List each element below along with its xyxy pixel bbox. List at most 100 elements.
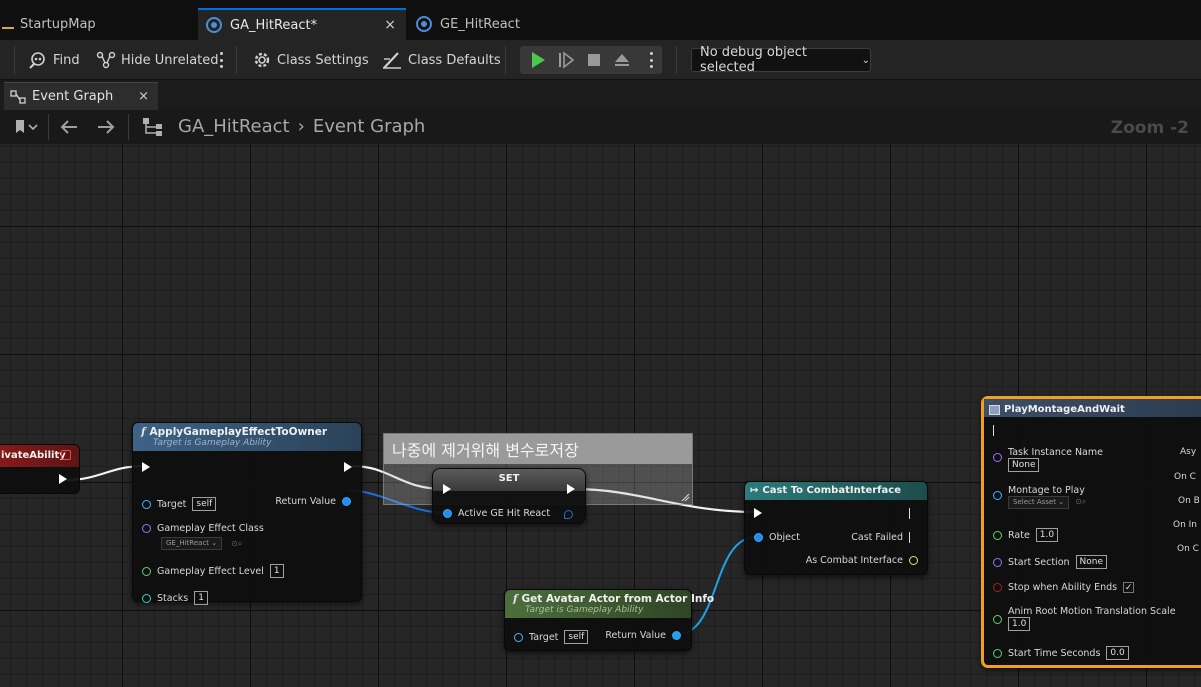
- return-value-pin[interactable]: Return Value: [605, 630, 681, 641]
- effect-level-pin[interactable]: Gameplay Effect Level 1: [142, 564, 284, 578]
- object-pin[interactable]: Object: [754, 532, 800, 543]
- eject-button[interactable]: [608, 46, 636, 74]
- pin-value[interactable]: self: [192, 497, 217, 511]
- class-defaults-button[interactable]: Class Defaults: [381, 40, 501, 80]
- stacks-pin[interactable]: Stacks 1: [142, 591, 208, 605]
- exec-out-pin[interactable]: [344, 462, 352, 472]
- struct-out-pin[interactable]: [564, 510, 573, 519]
- get-avatar-actor-node[interactable]: f Get Avatar Actor from Actor Info Target…: [504, 589, 714, 651]
- cast-failed-pin[interactable]: Cast Failed: [851, 532, 918, 543]
- node-title: PlayMontageAndWait: [1004, 404, 1125, 415]
- browse-icon[interactable]: ⊙⌕: [231, 539, 242, 549]
- name-pin-icon: [993, 557, 1002, 567]
- float-pin-icon: [993, 648, 1002, 658]
- breadcrumb-leaf: Event Graph: [312, 116, 426, 137]
- stop-when-ability-ends-pin[interactable]: Stop when Ability Ends ✓: [993, 582, 1135, 593]
- eject-icon: [615, 54, 629, 66]
- tab-startupmap[interactable]: StartupMap: [0, 8, 196, 40]
- stop-icon: [588, 54, 600, 66]
- target-pin[interactable]: Target self: [142, 497, 217, 511]
- node-subtitle: Target is Gameplay Ability: [525, 605, 644, 615]
- document-tab-bar: StartupMap GA_HitReact* × GE_HitReact: [0, 0, 1201, 40]
- node-title: ApplyGameplayEffectToOwner: [149, 426, 328, 438]
- cast-to-combat-interface-node[interactable]: ↦ Cast To CombatInterface Object Cast Fai…: [744, 481, 928, 575]
- as-combat-interface-pin[interactable]: As Combat Interface: [806, 555, 918, 566]
- node-header: PlayMontageAndWait: [984, 399, 1201, 417]
- apply-gameplay-effect-node[interactable]: f ApplyGameplayEffectToOwner Target is Ga…: [132, 422, 362, 605]
- effect-class-select[interactable]: GE_HitReact ⌄ ⊙⌕: [161, 537, 242, 550]
- play-icon: [532, 52, 545, 68]
- node-header: f Get Avatar Actor from Actor Info Target…: [505, 590, 714, 618]
- pin-value[interactable]: 1: [194, 591, 208, 605]
- find-label: Find: [53, 52, 80, 68]
- pin-value[interactable]: self: [564, 630, 589, 644]
- exec-out-pin[interactable]: [909, 508, 918, 519]
- rate-pin[interactable]: Rate 1.0: [993, 528, 1059, 542]
- graph-hierarchy-button[interactable]: [140, 116, 166, 138]
- exec-in-pin[interactable]: [443, 484, 451, 494]
- forward-button[interactable]: [94, 116, 118, 138]
- pin-value[interactable]: None: [1075, 555, 1108, 569]
- start-time-pin[interactable]: Start Time Seconds 0.0: [993, 646, 1129, 660]
- class-settings-label: Class Settings: [277, 52, 369, 68]
- hide-unrelated-button[interactable]: Hide Unrelated: [96, 40, 219, 80]
- arrow-right-icon: [98, 120, 115, 134]
- active-ge-pin[interactable]: Active GE Hit React: [443, 508, 550, 519]
- pin-value[interactable]: 1.0: [1008, 617, 1031, 631]
- resize-handle-icon[interactable]: [680, 492, 690, 502]
- pin-value[interactable]: 1.0: [1035, 528, 1059, 542]
- bookmark-button[interactable]: [8, 116, 44, 138]
- pin-value[interactable]: 0.0: [1106, 646, 1129, 660]
- pin-value[interactable]: None: [1008, 458, 1040, 472]
- stop-button[interactable]: [580, 46, 608, 74]
- node-title: SET: [433, 469, 585, 491]
- exec-in-pin[interactable]: [142, 462, 150, 472]
- play-button[interactable]: [524, 46, 552, 74]
- node-subtitle: Target is Gameplay Ability: [153, 438, 272, 448]
- return-value-pin[interactable]: Return Value: [275, 496, 351, 507]
- comment-text[interactable]: 나중에 제거위해 변수로저장: [384, 434, 692, 464]
- checkbox-checked-icon[interactable]: ✓: [1123, 582, 1135, 593]
- debug-object-dropdown[interactable]: No debug object selected ⌄: [691, 45, 871, 75]
- breadcrumb: GA_HitReact › Event Graph: [178, 116, 425, 137]
- pin-value[interactable]: 1: [269, 564, 284, 578]
- root-motion-scale-pin[interactable]: Anim Root Motion Translation Scale 1.0: [993, 606, 1176, 631]
- set-variable-node[interactable]: SET Active GE Hit React: [432, 468, 586, 524]
- tab-event-graph-label: Event Graph: [32, 89, 114, 104]
- task-instance-pin[interactable]: Task Instance Name None: [993, 447, 1103, 472]
- play-options-icon[interactable]: [649, 52, 653, 68]
- play-montage-and-wait-node[interactable]: PlayMontageAndWait Asy On C On B On In O…: [981, 396, 1201, 668]
- back-button[interactable]: [57, 116, 81, 138]
- find-button[interactable]: Find: [28, 40, 80, 80]
- tab-event-graph[interactable]: Event Graph ×: [4, 82, 158, 110]
- exec-in-pin[interactable]: [754, 508, 762, 518]
- arrow-left-icon: [60, 120, 77, 134]
- select-value: GE_HitReact: [166, 539, 210, 547]
- more-options-icon[interactable]: [219, 52, 223, 68]
- object-pin-icon: [672, 631, 681, 640]
- step-button[interactable]: [552, 46, 580, 74]
- exec-in-pin[interactable]: [993, 425, 1002, 436]
- pin-label: Active GE Hit React: [458, 508, 551, 519]
- effect-class-pin[interactable]: Gameplay Effect Class: [142, 523, 264, 534]
- event-activate-ability-node[interactable]: ivateAbility: [0, 444, 80, 494]
- close-icon[interactable]: ×: [138, 89, 149, 104]
- start-section-pin[interactable]: Start Section None: [993, 555, 1108, 569]
- exec-out-pin[interactable]: [59, 474, 67, 484]
- tab-ga-hitreact[interactable]: GA_HitReact* ×: [198, 8, 406, 40]
- blueprint-icon: [206, 17, 222, 33]
- montage-to-play-pin[interactable]: Montage to Play Select Asset ⌄ ⊙⌕: [993, 485, 1086, 509]
- graph-canvas[interactable]: 나중에 제거위해 변수로저장 ivateAbility f ApplyGamepl…: [0, 110, 1201, 687]
- breadcrumb-root[interactable]: GA_HitReact: [178, 116, 290, 137]
- class-settings-button[interactable]: Class Settings: [252, 40, 369, 80]
- delegate-pin-icon[interactable]: [61, 450, 71, 460]
- struct-pin-icon: [342, 497, 351, 506]
- pin-label: Stop when Ability Ends: [1008, 582, 1118, 593]
- interface-pin-icon: [909, 556, 918, 565]
- browse-icon[interactable]: ⊙⌕: [1075, 497, 1086, 506]
- tab-ge-hitreact[interactable]: GE_HitReact: [408, 8, 608, 40]
- exec-out-pin[interactable]: [567, 484, 575, 494]
- nav-divider: [48, 114, 49, 140]
- target-pin[interactable]: Target self: [514, 630, 589, 644]
- close-icon[interactable]: ×: [384, 17, 396, 33]
